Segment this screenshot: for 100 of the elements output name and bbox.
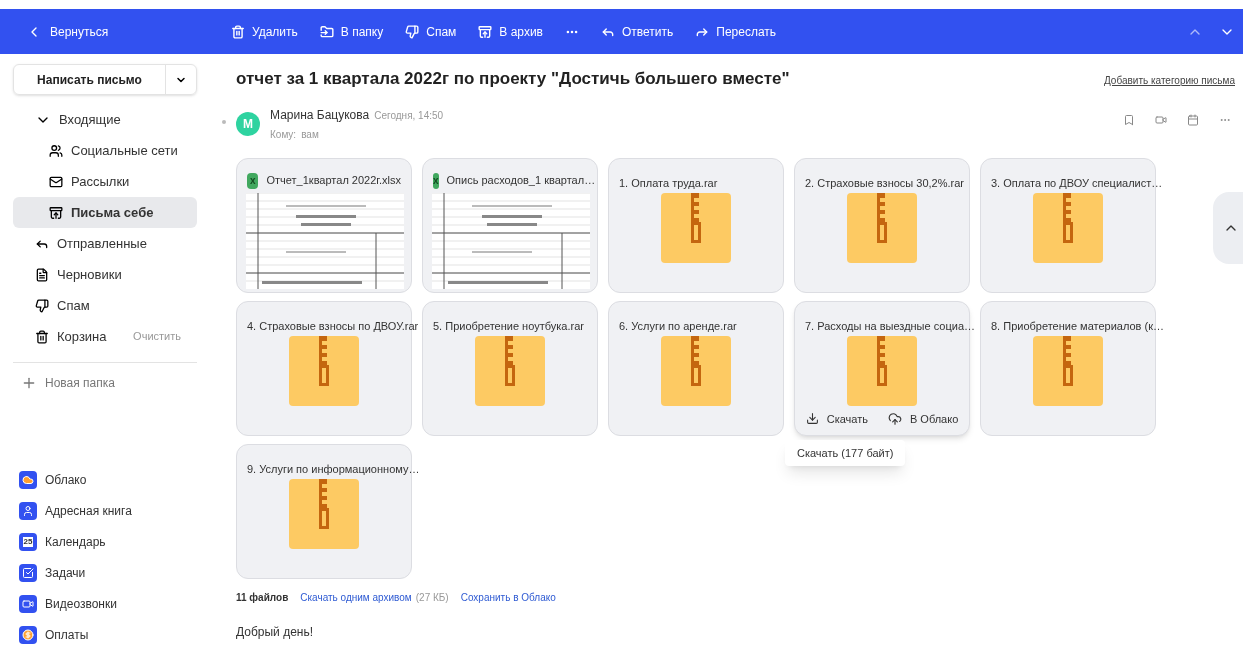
archive-file-icon: [475, 335, 545, 406]
attachment-card[interactable]: 1. Оплата труда.rar: [608, 157, 784, 293]
thumbs-down-icon: [35, 298, 49, 313]
archive-file-icon: [1033, 192, 1103, 263]
toolbar-button[interactable]: Спам: [405, 22, 457, 41]
attachment-name: 8. Приобретение материалов (к…: [991, 319, 1164, 332]
app-label: Облако: [45, 472, 87, 489]
cloud-icon: [19, 471, 37, 489]
download-icon: [805, 412, 819, 426]
folder-label: Письма себе: [71, 203, 154, 222]
trash-icon: [231, 24, 245, 39]
app-label: Оплаты: [45, 627, 89, 644]
attachment-name: 4. Страховые взносы по ДВОУ.rar: [247, 319, 419, 332]
message-body: Добрый день!: [236, 623, 315, 641]
excel-icon: x: [247, 172, 259, 189]
checkbox-icon: [19, 564, 37, 582]
excel-icon: x: [433, 172, 439, 189]
folder-item[interactable]: Входящие: [13, 104, 197, 135]
toolbar-button[interactable]: Ответить: [600, 22, 674, 41]
attachment-card[interactable]: 2. Страховые взносы 30,2%.rar: [794, 157, 970, 293]
attachment-card[interactable]: 6. Услуги по аренде.rar: [608, 300, 784, 436]
app-link[interactable]: Задачи: [19, 562, 197, 584]
envelope-icon: [49, 174, 63, 189]
folder-label: Черновики: [57, 265, 122, 284]
app-label: Видеозвонки: [45, 596, 117, 613]
message-time: Сегодня, 14:50: [374, 108, 444, 123]
coin-icon: [19, 626, 37, 644]
attachment-name: 3. Оплата по ДВОУ специалист…: [991, 176, 1163, 189]
attachment-name: 5. Приобретение ноутбука.rar: [433, 319, 584, 332]
app-link[interactable]: Видеозвонки: [19, 593, 197, 615]
file-count: 11 файлов: [236, 590, 289, 605]
archive-file-icon: [661, 192, 731, 263]
video-camera-icon: [19, 595, 37, 613]
folder-item[interactable]: Черновики: [13, 259, 197, 290]
plus-icon: [21, 375, 37, 391]
person-icon: [19, 502, 37, 520]
download-button[interactable]: Скачать: [805, 410, 868, 427]
trash-icon: [35, 329, 49, 344]
video-camera-icon[interactable]: [1155, 113, 1167, 126]
bookmark-icon[interactable]: [1123, 113, 1135, 126]
app-link[interactable]: Оплаты: [19, 624, 197, 646]
folder-item[interactable]: Письма себе: [13, 197, 197, 228]
archive-file-icon: [289, 335, 359, 406]
message-subject: отчет за 1 квартала 2022г по проекту "Достичь большего вместе": [236, 68, 790, 90]
archive-file-icon: [847, 335, 917, 406]
folder-label: Отправленные: [57, 234, 147, 253]
app-label: Календарь: [45, 534, 106, 551]
archive-icon: [478, 24, 493, 39]
folder-item[interactable]: Спам: [13, 290, 197, 321]
new-folder-button[interactable]: Новая папка: [13, 373, 197, 393]
document-icon: [35, 267, 49, 282]
people-icon: [49, 143, 63, 158]
recipient-label: Кому:: [270, 127, 297, 142]
thumbs-down-icon: [405, 24, 420, 39]
attachment-card[interactable]: x Опись расходов_1 квартал…: [422, 157, 598, 293]
save-to-cloud-link[interactable]: Сохранить в Облако: [460, 589, 556, 605]
tooltip: Скачать (177 байт): [785, 439, 906, 466]
archive-file-icon: [1033, 335, 1103, 406]
cloud-upload-icon: [887, 411, 902, 426]
sender-avatar: М: [236, 111, 260, 136]
app-link[interactable]: Облако: [19, 469, 197, 491]
attachment-name: Отчет_1квартал 2022г.xlsx: [266, 173, 401, 189]
attachment-name: 6. Услуги по аренде.rar: [619, 319, 737, 332]
attachment-name: 9. Услуги по информационному…: [247, 462, 420, 475]
archive-file-icon: [661, 335, 731, 406]
attachment-name: Опись расходов_1 квартал…: [446, 173, 596, 189]
attachment-card[interactable]: x Отчет_1квартал 2022г.xlsx: [236, 157, 412, 293]
download-archive-link[interactable]: Скачать одним архивом: [300, 589, 412, 605]
archive-file-icon: [847, 192, 917, 263]
app-link[interactable]: Адресная книга: [19, 500, 197, 522]
toolbar-button[interactable]: В архив: [478, 22, 543, 41]
app-label: Задачи: [45, 565, 86, 582]
folder-item[interactable]: Рассылки: [13, 166, 197, 197]
app-label: Адресная книга: [45, 503, 132, 520]
attachment-name: 1. Оплата труда.rar: [619, 176, 718, 189]
folder-label: Социальные сети: [71, 141, 178, 160]
app-link[interactable]: 25 Календарь: [19, 531, 197, 553]
attachment-card[interactable]: 5. Приобретение ноутбука.rar: [422, 300, 598, 436]
attachment-name: 2. Страховые взносы 30,2%.rar: [805, 176, 964, 189]
calendar-icon[interactable]: [1187, 113, 1199, 126]
inbox-icon: [49, 205, 63, 220]
folder-label: Спам: [57, 296, 90, 315]
folder-label: Корзина: [57, 327, 107, 346]
folder-icon: [319, 24, 334, 39]
archive-file-icon: [289, 478, 359, 549]
calendar-icon: 25: [19, 533, 37, 551]
folder-label: Входящие: [59, 110, 121, 129]
folder-item[interactable]: Корзина Очистить: [13, 321, 197, 352]
folder-item[interactable]: Социальные сети: [13, 135, 197, 166]
folder-label: Рассылки: [71, 172, 130, 191]
back-button[interactable]: Вернуться: [26, 22, 231, 41]
folder-item[interactable]: Отправленные: [13, 228, 197, 259]
archive-size: (27 КБ): [415, 590, 449, 605]
sender-name[interactable]: Марина Бацукова: [270, 105, 370, 124]
toolbar-button[interactable]: Переслать: [695, 22, 777, 41]
toolbar-button[interactable]: В папку: [319, 22, 384, 41]
toolbar-button[interactable]: Удалить: [231, 22, 298, 41]
save-to-cloud-button[interactable]: В Облако: [887, 410, 959, 427]
compose-button[interactable]: Написать письмо: [13, 64, 197, 95]
add-category-link[interactable]: Добавить категорию письма: [1104, 73, 1235, 88]
